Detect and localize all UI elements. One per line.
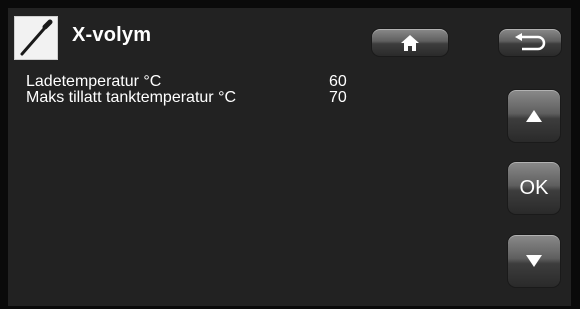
home-button[interactable] [371, 28, 449, 57]
setting-label: Ladetemperatur °C [26, 73, 162, 90]
back-button[interactable] [498, 28, 562, 57]
screen: X-volym Ladetemperatur °C 60 Maks tillat… [8, 8, 571, 306]
setting-label: Maks tillatt tanktemperatur °C [26, 89, 237, 106]
page-title: X-volym [72, 24, 152, 46]
scroll-down-button[interactable] [507, 234, 561, 288]
ok-button[interactable]: OK [507, 161, 561, 215]
triangle-down-icon [526, 255, 542, 267]
back-arrow-icon [515, 32, 546, 50]
setting-value: 60 [329, 73, 347, 90]
home-icon [401, 34, 419, 51]
scroll-up-button[interactable] [507, 89, 561, 143]
setting-value: 70 [329, 89, 347, 106]
triangle-up-icon [526, 110, 542, 122]
thermometer-probe-icon [14, 16, 58, 60]
